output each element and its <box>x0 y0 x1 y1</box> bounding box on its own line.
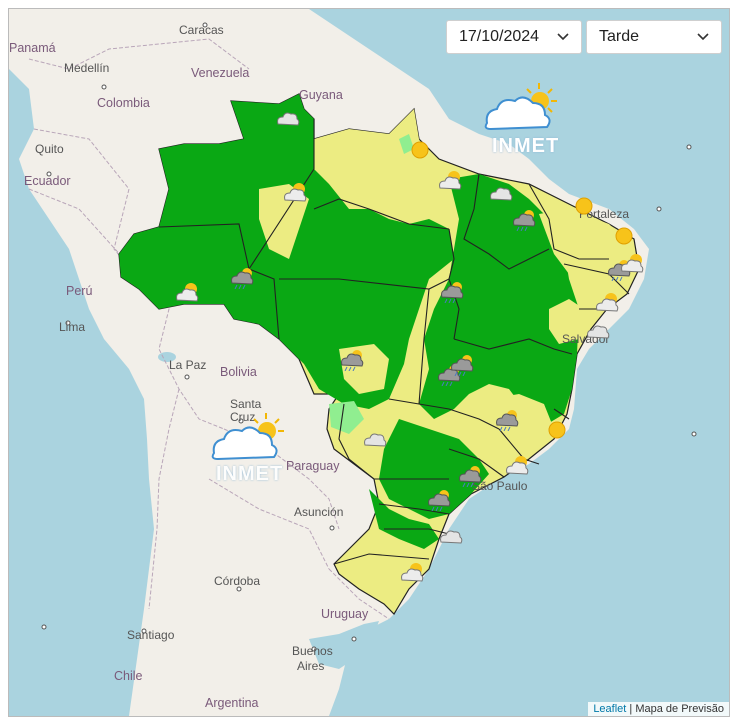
label-paraguay: Paraguay <box>286 459 340 473</box>
partly-cloudy-icon[interactable] <box>437 169 463 191</box>
map-canvas[interactable] <box>9 9 729 716</box>
map-container[interactable]: Panamá Caracas Medellín Venezuela Guyana… <box>8 8 730 717</box>
date-select-value: 17/10/2024 <box>459 28 540 45</box>
label-la-paz: La Paz <box>169 358 207 372</box>
storm-icon[interactable] <box>339 349 365 371</box>
sun-cloud-icon <box>484 83 557 131</box>
label-lima: Lima <box>59 320 86 334</box>
period-select-value: Tarde <box>599 28 640 45</box>
sun-icon[interactable] <box>611 225 637 247</box>
cloudy-icon[interactable] <box>361 427 387 449</box>
storm-icon[interactable] <box>229 267 255 289</box>
inmet-watermark: INMET <box>204 409 294 489</box>
label-cordoba: Córdoba <box>214 574 261 588</box>
label-santiago: Santiago <box>127 628 175 642</box>
partly-cloudy-icon[interactable] <box>282 181 308 203</box>
attribution-separator: | <box>626 703 636 715</box>
label-peru: Perú <box>66 284 93 298</box>
storm-icon[interactable] <box>439 281 465 303</box>
storm-icon[interactable] <box>457 465 483 487</box>
storm-icon[interactable] <box>494 409 520 431</box>
partly-cloudy-icon[interactable] <box>619 252 645 274</box>
cloudy-icon[interactable] <box>437 524 463 546</box>
partly-cloudy-icon[interactable] <box>504 454 530 476</box>
chevron-down-icon <box>557 33 569 41</box>
label-buenos: Buenos <box>292 644 333 658</box>
label-venezuela: Venezuela <box>191 66 250 80</box>
inmet-watermark-text: INMET <box>216 463 284 485</box>
label-quito: Quito <box>35 142 64 156</box>
label-guyana: Guyana <box>299 88 343 102</box>
attribution-text: Mapa de Previsão <box>635 703 724 715</box>
date-select[interactable]: 17/10/2024 <box>446 20 582 54</box>
forecast-controls: 17/10/2024 Tarde <box>446 20 722 54</box>
label-colombia: Colombia <box>97 96 150 110</box>
partly-cloudy-icon[interactable] <box>399 561 425 583</box>
partly-cloudy-icon[interactable] <box>594 291 620 313</box>
cloudy-icon[interactable] <box>584 319 610 341</box>
label-chile: Chile <box>114 669 143 683</box>
storm-icon[interactable] <box>511 209 537 231</box>
label-aires: Aires <box>297 659 325 673</box>
cloudy-icon[interactable] <box>274 106 300 128</box>
map-attribution: Leaflet | Mapa de Previsão <box>588 702 729 716</box>
label-uruguay: Uruguay <box>321 607 369 621</box>
label-bolivia: Bolivia <box>220 365 257 379</box>
chevron-down-icon <box>697 33 709 41</box>
label-caracas: Caracas <box>179 23 224 37</box>
storm-icon[interactable] <box>426 489 452 511</box>
label-panama: Panamá <box>9 41 56 55</box>
inmet-logo: INMET <box>477 79 567 159</box>
label-argentina: Argentina <box>205 696 259 710</box>
storm-icon[interactable] <box>449 354 475 376</box>
inmet-logo-text: INMET <box>492 135 560 157</box>
label-asuncion: Asunción <box>294 505 344 519</box>
sun-icon[interactable] <box>571 195 597 217</box>
sun-cloud-icon <box>211 413 284 461</box>
leaflet-link[interactable]: Leaflet <box>593 703 626 715</box>
label-medellin: Medellín <box>64 61 110 75</box>
cloudy-icon[interactable] <box>487 181 513 203</box>
label-ecuador: Ecuador <box>24 174 71 188</box>
sun-icon[interactable] <box>544 419 570 441</box>
period-select[interactable]: Tarde <box>586 20 722 54</box>
partly-cloudy-icon[interactable] <box>174 281 200 303</box>
sun-icon[interactable] <box>407 139 433 161</box>
